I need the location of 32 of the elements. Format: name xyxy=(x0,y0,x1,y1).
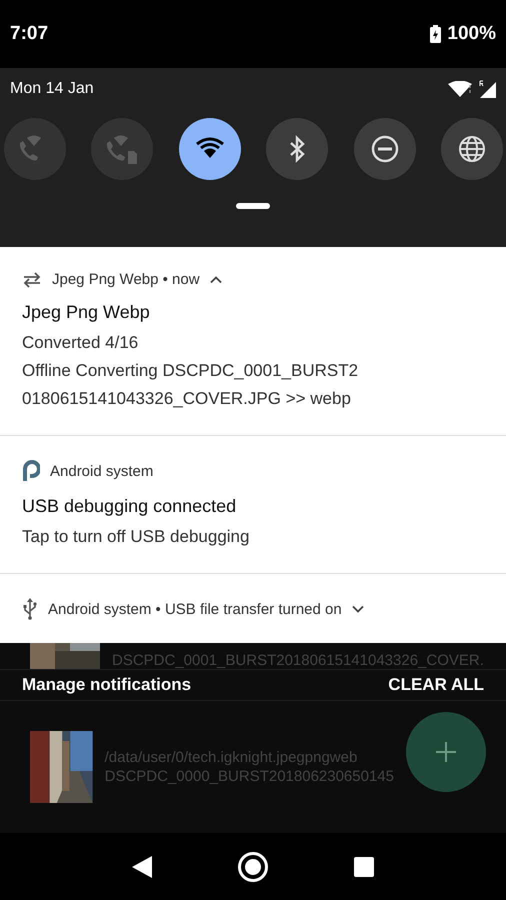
back-icon[interactable] xyxy=(132,856,152,878)
battery-percent: 100% xyxy=(447,23,496,45)
clock: 7:07 xyxy=(10,23,48,45)
cell-signal-icon xyxy=(478,80,496,98)
usb-icon xyxy=(22,598,38,620)
notification-text: Offline Converting DSCPDC_0001_BURST20180615141043326_COVER.JPG >> webp xyxy=(22,360,360,410)
recents-icon[interactable] xyxy=(354,856,374,876)
clear-all-button[interactable]: CLEAR ALL xyxy=(388,675,484,695)
plus-icon xyxy=(435,741,457,763)
notification-card[interactable]: Android system • USB file transfer turned on xyxy=(0,574,506,643)
home-icon[interactable] xyxy=(236,850,269,882)
p-logo-icon xyxy=(22,460,40,482)
notification-card[interactable]: Android system USB debugging connected Tap to turn off USB debugging xyxy=(0,436,506,574)
notification-card[interactable]: Jpeg Png Webp • now Jpeg Png Webp Converted 4/16 Offline Converting DSCPDC_0001_BURST20180615141043326_COVER.JPG >> webp xyxy=(0,247,506,436)
chevron-icon[interactable] xyxy=(210,276,222,284)
date: Mon 14 Jan xyxy=(10,80,94,98)
notification-header: Android system xyxy=(50,462,154,480)
battery-charging-icon xyxy=(430,25,442,43)
notification-text: Converted 4/16 xyxy=(22,332,140,354)
notification-header: Android system • USB file transfer turned on xyxy=(48,600,342,618)
chevron-icon[interactable] xyxy=(352,605,364,613)
notification-text: Tap to turn off USB debugging xyxy=(22,526,250,548)
notification-title: Jpeg Png Webp xyxy=(22,302,151,323)
bluetooth-icon xyxy=(288,135,306,163)
notification-title: USB debugging connected xyxy=(22,496,238,517)
manage-notifications-button[interactable]: Manage notifications xyxy=(22,675,192,695)
globe-icon xyxy=(458,135,486,163)
do-not-disturb-icon xyxy=(370,135,399,163)
drag-handle[interactable] xyxy=(236,203,270,209)
swap-arrows-icon xyxy=(22,272,42,288)
notification-header: Jpeg Png Webp • now xyxy=(52,271,200,288)
wifi-icon xyxy=(448,81,472,97)
